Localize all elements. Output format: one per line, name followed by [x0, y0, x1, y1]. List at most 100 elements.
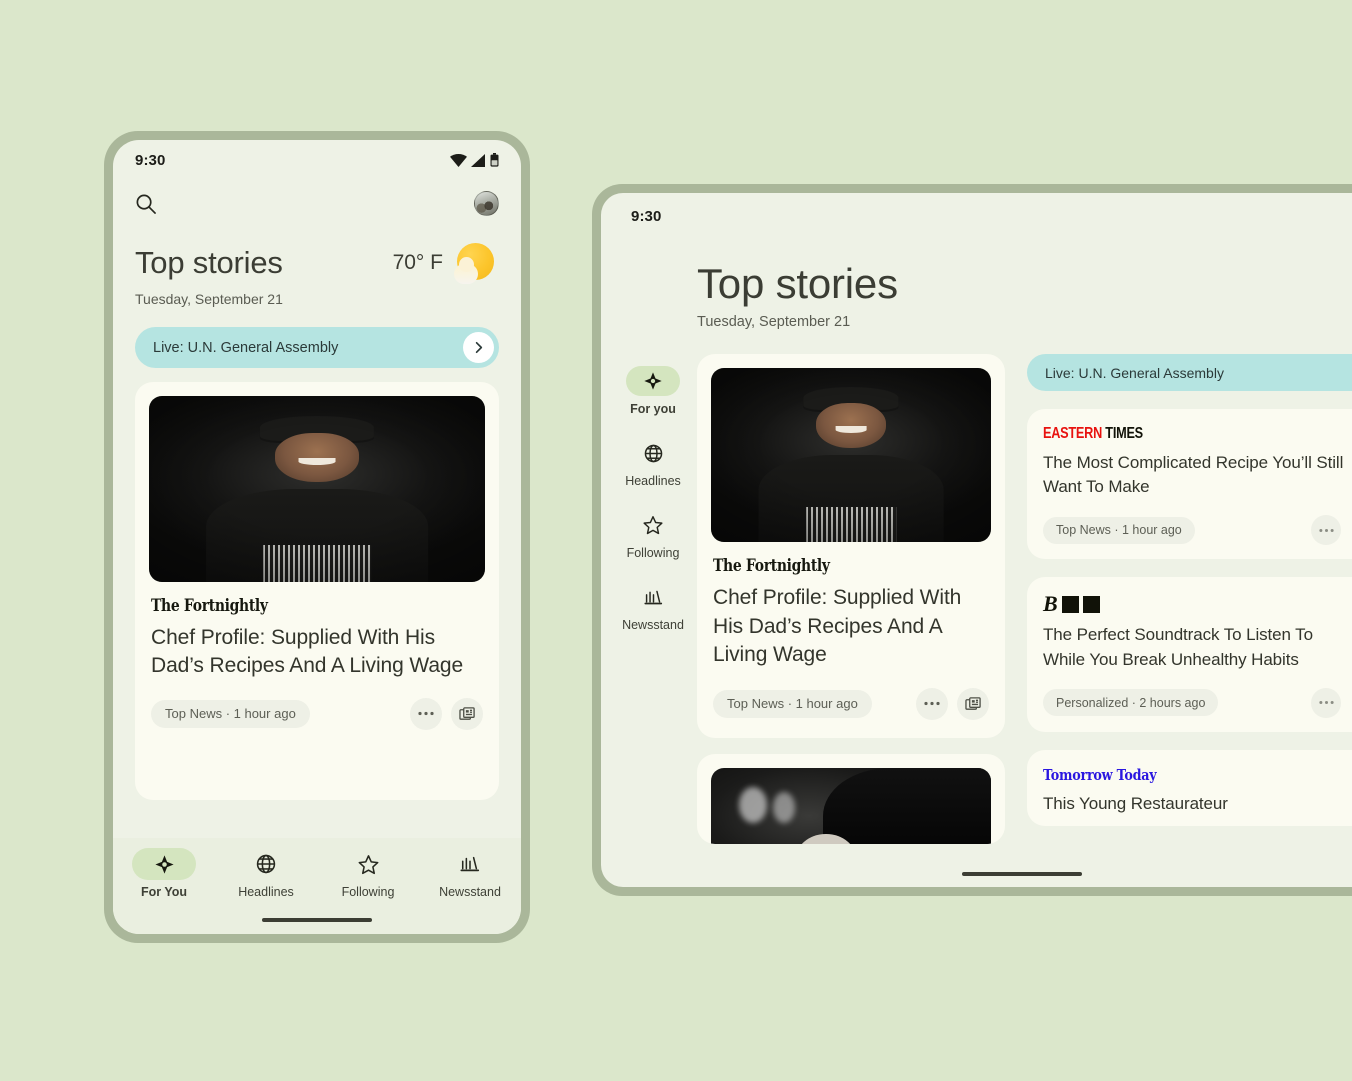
nav-label-for-you: For You	[140, 885, 188, 899]
article-meta-chip[interactable]: Top News · 1 hour ago	[151, 699, 310, 728]
publisher-redacted-block	[1061, 595, 1079, 613]
publisher-redacted-block	[1082, 595, 1100, 613]
page-title: Top stories	[135, 244, 283, 280]
header-date: Tuesday, September 21	[135, 291, 283, 307]
globe-icon	[234, 848, 298, 880]
nav-label-following: Following	[341, 885, 395, 899]
side-article-card[interactable]: B The Perfect Soundtrack To Listen To Wh…	[1027, 577, 1352, 732]
rail-label-following: Following	[626, 546, 680, 561]
live-banner-label: Live: U.N. General Assembly	[153, 339, 339, 356]
article-card-footer: Top News · 1 hour ago	[151, 697, 483, 730]
article-actions	[410, 697, 483, 730]
phone-app-bar	[113, 180, 521, 226]
publisher-name: The Fortnightly	[151, 596, 268, 616]
screenshot-canvas: 9:30 Top stories 70° F Tuesday, Septembe…	[0, 0, 1352, 1081]
diamond-sparkle-icon	[626, 366, 680, 397]
article-headline: The Perfect Soundtrack To Listen To Whil…	[1043, 625, 1313, 669]
tablet-page-title: Top stories	[697, 260, 898, 307]
article-headline: Chef Profile: Supplied With His Dad’s Re…	[713, 586, 962, 667]
wifi-icon	[450, 153, 467, 167]
tablet-feature-column: The Fortnightly Chef Profile: Supplied W…	[697, 354, 1005, 844]
home-indicator	[962, 872, 1082, 876]
article-headline: This Young Restaurateur	[1043, 793, 1228, 813]
publisher-name-part-1: EASTERN	[1043, 425, 1103, 443]
weather-widget[interactable]: 70° F	[393, 240, 499, 286]
globe-icon	[626, 438, 680, 468]
nav-item-following[interactable]: Following	[325, 848, 411, 899]
side-article-card[interactable]: Tomorrow Today This Young Restaurateur	[1027, 749, 1352, 826]
news-collection-icon[interactable]	[451, 697, 483, 730]
navigation-rail: For you Headlines Following Newsstand	[609, 354, 697, 844]
article-meta-chip[interactable]: Top News · 1 hour ago	[1043, 516, 1195, 544]
live-banner-label: Live: U.N. General Assembly	[1045, 364, 1224, 381]
phone-device-frame: 9:30 Top stories 70° F Tuesday, Septembe…	[104, 131, 530, 943]
chef-portrait-photo	[149, 396, 485, 582]
publisher-name: The Fortnightly	[713, 556, 830, 577]
rail-item-newsstand[interactable]: Newsstand	[622, 582, 684, 632]
side-article-card[interactable]: EASTERN TIMES The Most Complicated Recip…	[1027, 409, 1352, 560]
nav-item-headlines[interactable]: Headlines	[223, 848, 309, 899]
tablet-header: Top stories Tuesday, September 21	[601, 239, 1352, 330]
star-icon	[626, 510, 680, 540]
phone-header: Top stories 70° F Tuesday, September 21	[113, 226, 521, 307]
more-horizontal-icon[interactable]	[916, 687, 948, 720]
battery-icon	[490, 153, 499, 167]
publisher-name: B	[1043, 593, 1352, 615]
tablet-screen: 9:30 Top stories Tuesday, September 21 7…	[601, 193, 1352, 887]
newsstand-bars-icon	[626, 582, 680, 612]
more-horizontal-icon[interactable]	[1311, 687, 1341, 718]
dark-portrait-photo	[711, 767, 991, 844]
phone-screen: 9:30 Top stories 70° F Tuesday, Septembe…	[113, 140, 521, 934]
status-bar-icons	[450, 153, 499, 167]
weather-temperature: 70° F	[392, 251, 443, 274]
avatar[interactable]	[474, 190, 499, 216]
nav-label-headlines: Headlines	[238, 885, 294, 899]
article-card[interactable]: The Fortnightly Chef Profile: Supplied W…	[135, 382, 499, 800]
phone-status-bar: 9:30	[113, 140, 521, 180]
newsstand-bars-icon	[438, 848, 502, 880]
live-banner[interactable]: Live: U.N. General Assembly	[135, 327, 499, 368]
nav-item-newsstand[interactable]: Newsstand	[427, 848, 513, 899]
tablet-status-time: 9:30	[631, 207, 662, 225]
more-horizontal-icon[interactable]	[410, 697, 442, 730]
rail-item-for-you[interactable]: For you	[626, 366, 680, 416]
nav-item-for-you[interactable]: For You	[121, 848, 207, 899]
more-horizontal-icon[interactable]	[1311, 515, 1341, 546]
tablet-status-bar: 9:30	[601, 193, 1352, 239]
chef-portrait-photo	[711, 368, 991, 543]
tablet-header-date: Tuesday, September 21	[697, 314, 851, 331]
feature-article-card[interactable]: The Fortnightly Chef Profile: Supplied W…	[697, 354, 1005, 738]
article-actions	[916, 687, 989, 720]
search-icon[interactable]	[135, 193, 156, 214]
signal-icon	[471, 153, 486, 167]
home-indicator	[262, 918, 372, 922]
star-icon	[336, 848, 400, 880]
second-article-card[interactable]	[697, 753, 1005, 844]
publisher-name-letter: B	[1043, 591, 1058, 617]
rail-label-headlines: Headlines	[625, 474, 681, 489]
article-headline: Chef Profile: Supplied With His Dad’s Re…	[151, 626, 464, 677]
rail-label-newsstand: Newsstand	[622, 618, 684, 633]
side-card-footer: Personalized · 2 hours ago	[1043, 687, 1352, 718]
bottom-navigation-bar: For You Headlines Following Newsstand	[113, 838, 521, 934]
rail-item-following[interactable]: Following	[626, 510, 680, 560]
tablet-side-column: Live: U.N. General Assembly EASTERN TIME…	[1027, 354, 1352, 844]
tablet-content: For you Headlines Following Newsstand Th…	[601, 354, 1352, 844]
publisher-name-part-2: TIMES	[1105, 425, 1143, 443]
live-banner[interactable]: Live: U.N. General Assembly	[1027, 354, 1352, 392]
news-collection-icon[interactable]	[957, 687, 989, 720]
article-meta-chip[interactable]: Personalized · 2 hours ago	[1043, 689, 1219, 717]
status-bar-time: 9:30	[135, 151, 166, 169]
rail-item-headlines[interactable]: Headlines	[625, 438, 681, 488]
publisher-name: Tomorrow Today	[1043, 765, 1157, 784]
side-card-footer: Top News · 1 hour ago	[1043, 515, 1352, 546]
chevron-right-icon[interactable]	[463, 332, 494, 363]
diamond-sparkle-icon	[132, 848, 196, 880]
sun-behind-cloud-icon	[453, 240, 499, 286]
article-meta-chip[interactable]: Top News · 1 hour ago	[713, 689, 872, 718]
feature-card-footer: Top News · 1 hour ago	[713, 687, 989, 720]
rail-label-for-you: For you	[630, 402, 676, 417]
article-headline: The Most Complicated Recipe You’ll Still…	[1043, 453, 1344, 497]
nav-label-newsstand: Newsstand	[439, 885, 501, 899]
publisher-name: EASTERN TIMES	[1043, 425, 1299, 443]
